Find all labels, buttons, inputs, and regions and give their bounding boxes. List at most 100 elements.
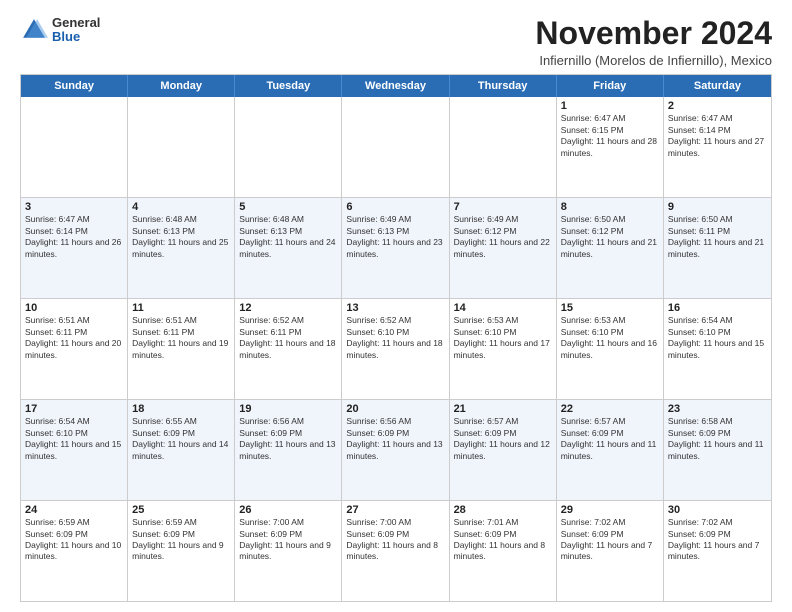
day-number: 2 bbox=[668, 100, 767, 112]
day-info: Sunrise: 6:53 AM Sunset: 6:10 PM Dayligh… bbox=[561, 315, 659, 361]
calendar-empty-0-4 bbox=[450, 97, 557, 197]
calendar-day-9: 9Sunrise: 6:50 AM Sunset: 6:11 PM Daylig… bbox=[664, 198, 771, 298]
logo-icon bbox=[20, 16, 48, 44]
calendar-day-26: 26Sunrise: 7:00 AM Sunset: 6:09 PM Dayli… bbox=[235, 501, 342, 601]
calendar-day-4: 4Sunrise: 6:48 AM Sunset: 6:13 PM Daylig… bbox=[128, 198, 235, 298]
day-number: 19 bbox=[239, 403, 337, 415]
calendar-row-0: 1Sunrise: 6:47 AM Sunset: 6:15 PM Daylig… bbox=[21, 97, 771, 197]
calendar-day-2: 2Sunrise: 6:47 AM Sunset: 6:14 PM Daylig… bbox=[664, 97, 771, 197]
logo-text: General Blue bbox=[52, 16, 100, 45]
calendar-day-11: 11Sunrise: 6:51 AM Sunset: 6:11 PM Dayli… bbox=[128, 299, 235, 399]
calendar-row-2: 10Sunrise: 6:51 AM Sunset: 6:11 PM Dayli… bbox=[21, 298, 771, 399]
day-info: Sunrise: 6:47 AM Sunset: 6:15 PM Dayligh… bbox=[561, 113, 659, 159]
logo-blue: Blue bbox=[52, 30, 100, 44]
calendar-day-29: 29Sunrise: 7:02 AM Sunset: 6:09 PM Dayli… bbox=[557, 501, 664, 601]
day-info: Sunrise: 6:50 AM Sunset: 6:12 PM Dayligh… bbox=[561, 214, 659, 260]
day-info: Sunrise: 6:52 AM Sunset: 6:10 PM Dayligh… bbox=[346, 315, 444, 361]
title-block: November 2024 Infiernillo (Morelos de In… bbox=[535, 16, 772, 68]
day-info: Sunrise: 6:59 AM Sunset: 6:09 PM Dayligh… bbox=[132, 517, 230, 563]
day-info: Sunrise: 6:55 AM Sunset: 6:09 PM Dayligh… bbox=[132, 416, 230, 462]
calendar: SundayMondayTuesdayWednesdayThursdayFrid… bbox=[20, 74, 772, 602]
weekday-header-sunday: Sunday bbox=[21, 75, 128, 97]
calendar-day-30: 30Sunrise: 7:02 AM Sunset: 6:09 PM Dayli… bbox=[664, 501, 771, 601]
day-info: Sunrise: 6:51 AM Sunset: 6:11 PM Dayligh… bbox=[132, 315, 230, 361]
day-number: 24 bbox=[25, 504, 123, 516]
calendar-empty-0-0 bbox=[21, 97, 128, 197]
day-number: 14 bbox=[454, 302, 552, 314]
day-number: 10 bbox=[25, 302, 123, 314]
day-number: 4 bbox=[132, 201, 230, 213]
day-info: Sunrise: 6:52 AM Sunset: 6:11 PM Dayligh… bbox=[239, 315, 337, 361]
day-number: 6 bbox=[346, 201, 444, 213]
day-info: Sunrise: 6:48 AM Sunset: 6:13 PM Dayligh… bbox=[132, 214, 230, 260]
calendar-day-6: 6Sunrise: 6:49 AM Sunset: 6:13 PM Daylig… bbox=[342, 198, 449, 298]
day-info: Sunrise: 6:53 AM Sunset: 6:10 PM Dayligh… bbox=[454, 315, 552, 361]
day-info: Sunrise: 6:47 AM Sunset: 6:14 PM Dayligh… bbox=[25, 214, 123, 260]
day-info: Sunrise: 6:51 AM Sunset: 6:11 PM Dayligh… bbox=[25, 315, 123, 361]
day-info: Sunrise: 6:56 AM Sunset: 6:09 PM Dayligh… bbox=[239, 416, 337, 462]
page: General Blue November 2024 Infiernillo (… bbox=[0, 0, 792, 612]
calendar-day-3: 3Sunrise: 6:47 AM Sunset: 6:14 PM Daylig… bbox=[21, 198, 128, 298]
calendar-day-15: 15Sunrise: 6:53 AM Sunset: 6:10 PM Dayli… bbox=[557, 299, 664, 399]
calendar-day-12: 12Sunrise: 6:52 AM Sunset: 6:11 PM Dayli… bbox=[235, 299, 342, 399]
calendar-day-25: 25Sunrise: 6:59 AM Sunset: 6:09 PM Dayli… bbox=[128, 501, 235, 601]
calendar-day-20: 20Sunrise: 6:56 AM Sunset: 6:09 PM Dayli… bbox=[342, 400, 449, 500]
calendar-day-13: 13Sunrise: 6:52 AM Sunset: 6:10 PM Dayli… bbox=[342, 299, 449, 399]
day-info: Sunrise: 6:59 AM Sunset: 6:09 PM Dayligh… bbox=[25, 517, 123, 563]
day-info: Sunrise: 7:00 AM Sunset: 6:09 PM Dayligh… bbox=[346, 517, 444, 563]
calendar-day-10: 10Sunrise: 6:51 AM Sunset: 6:11 PM Dayli… bbox=[21, 299, 128, 399]
day-info: Sunrise: 7:01 AM Sunset: 6:09 PM Dayligh… bbox=[454, 517, 552, 563]
day-info: Sunrise: 6:50 AM Sunset: 6:11 PM Dayligh… bbox=[668, 214, 767, 260]
weekday-header-tuesday: Tuesday bbox=[235, 75, 342, 97]
logo-general: General bbox=[52, 16, 100, 30]
day-number: 26 bbox=[239, 504, 337, 516]
day-info: Sunrise: 6:57 AM Sunset: 6:09 PM Dayligh… bbox=[561, 416, 659, 462]
day-info: Sunrise: 6:58 AM Sunset: 6:09 PM Dayligh… bbox=[668, 416, 767, 462]
calendar-day-18: 18Sunrise: 6:55 AM Sunset: 6:09 PM Dayli… bbox=[128, 400, 235, 500]
day-info: Sunrise: 6:49 AM Sunset: 6:12 PM Dayligh… bbox=[454, 214, 552, 260]
day-number: 1 bbox=[561, 100, 659, 112]
calendar-day-22: 22Sunrise: 6:57 AM Sunset: 6:09 PM Dayli… bbox=[557, 400, 664, 500]
day-info: Sunrise: 6:56 AM Sunset: 6:09 PM Dayligh… bbox=[346, 416, 444, 462]
calendar-day-24: 24Sunrise: 6:59 AM Sunset: 6:09 PM Dayli… bbox=[21, 501, 128, 601]
day-number: 5 bbox=[239, 201, 337, 213]
calendar-row-1: 3Sunrise: 6:47 AM Sunset: 6:14 PM Daylig… bbox=[21, 197, 771, 298]
calendar-day-1: 1Sunrise: 6:47 AM Sunset: 6:15 PM Daylig… bbox=[557, 97, 664, 197]
weekday-header-wednesday: Wednesday bbox=[342, 75, 449, 97]
calendar-day-27: 27Sunrise: 7:00 AM Sunset: 6:09 PM Dayli… bbox=[342, 501, 449, 601]
calendar-day-5: 5Sunrise: 6:48 AM Sunset: 6:13 PM Daylig… bbox=[235, 198, 342, 298]
calendar-day-14: 14Sunrise: 6:53 AM Sunset: 6:10 PM Dayli… bbox=[450, 299, 557, 399]
day-number: 12 bbox=[239, 302, 337, 314]
calendar-row-3: 17Sunrise: 6:54 AM Sunset: 6:10 PM Dayli… bbox=[21, 399, 771, 500]
day-info: Sunrise: 7:02 AM Sunset: 6:09 PM Dayligh… bbox=[668, 517, 767, 563]
day-number: 25 bbox=[132, 504, 230, 516]
day-info: Sunrise: 6:47 AM Sunset: 6:14 PM Dayligh… bbox=[668, 113, 767, 159]
day-number: 15 bbox=[561, 302, 659, 314]
day-number: 3 bbox=[25, 201, 123, 213]
subtitle: Infiernillo (Morelos de Infiernillo), Me… bbox=[535, 53, 772, 68]
day-info: Sunrise: 7:00 AM Sunset: 6:09 PM Dayligh… bbox=[239, 517, 337, 563]
day-number: 16 bbox=[668, 302, 767, 314]
month-title: November 2024 bbox=[535, 16, 772, 51]
weekday-header-thursday: Thursday bbox=[450, 75, 557, 97]
day-number: 28 bbox=[454, 504, 552, 516]
day-number: 27 bbox=[346, 504, 444, 516]
day-number: 17 bbox=[25, 403, 123, 415]
calendar-row-4: 24Sunrise: 6:59 AM Sunset: 6:09 PM Dayli… bbox=[21, 500, 771, 601]
day-info: Sunrise: 6:54 AM Sunset: 6:10 PM Dayligh… bbox=[25, 416, 123, 462]
header: General Blue November 2024 Infiernillo (… bbox=[20, 16, 772, 68]
day-info: Sunrise: 7:02 AM Sunset: 6:09 PM Dayligh… bbox=[561, 517, 659, 563]
calendar-day-28: 28Sunrise: 7:01 AM Sunset: 6:09 PM Dayli… bbox=[450, 501, 557, 601]
day-number: 7 bbox=[454, 201, 552, 213]
day-info: Sunrise: 6:48 AM Sunset: 6:13 PM Dayligh… bbox=[239, 214, 337, 260]
calendar-day-16: 16Sunrise: 6:54 AM Sunset: 6:10 PM Dayli… bbox=[664, 299, 771, 399]
day-number: 13 bbox=[346, 302, 444, 314]
day-number: 18 bbox=[132, 403, 230, 415]
day-info: Sunrise: 6:57 AM Sunset: 6:09 PM Dayligh… bbox=[454, 416, 552, 462]
day-number: 22 bbox=[561, 403, 659, 415]
day-number: 11 bbox=[132, 302, 230, 314]
day-info: Sunrise: 6:54 AM Sunset: 6:10 PM Dayligh… bbox=[668, 315, 767, 361]
logo: General Blue bbox=[20, 16, 100, 45]
day-number: 29 bbox=[561, 504, 659, 516]
calendar-empty-0-2 bbox=[235, 97, 342, 197]
